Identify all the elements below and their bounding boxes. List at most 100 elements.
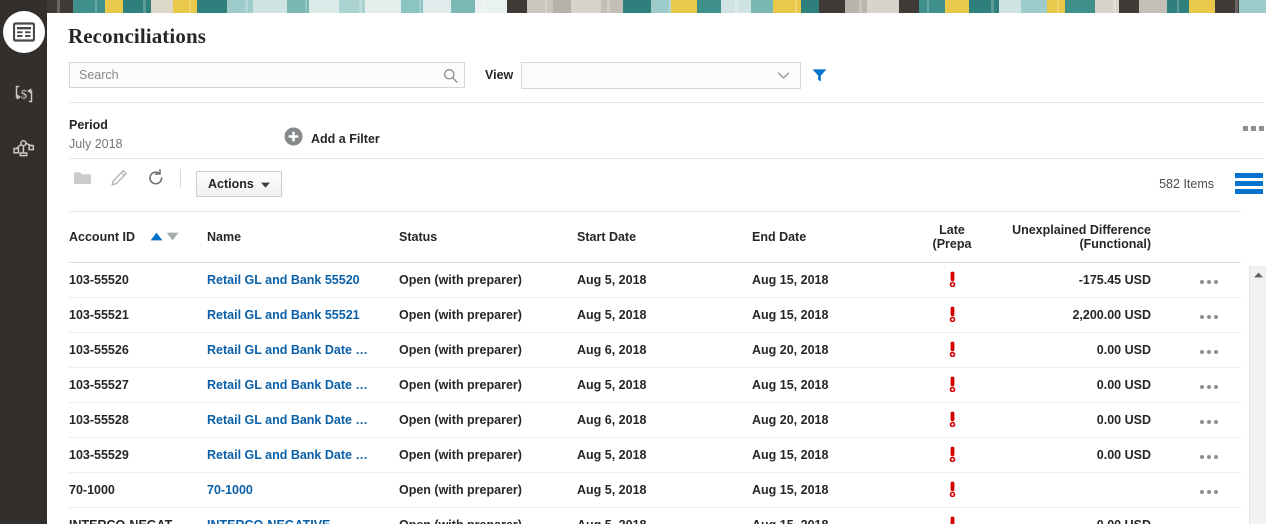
table-row[interactable]: 103-55520Retail GL and Bank 55520Open (w…	[69, 263, 1241, 298]
row-ellipsis-icon[interactable]	[1200, 455, 1218, 459]
table-row[interactable]: 103-55527Retail GL and Bank Date …Open (…	[69, 368, 1241, 403]
cell-end-date: Aug 20, 2018	[752, 403, 922, 438]
search-input[interactable]	[70, 63, 438, 87]
table-header: Account ID Name Status	[69, 212, 1241, 263]
search-box[interactable]	[69, 62, 465, 88]
sidebar-item-currency-exchange[interactable]: $	[0, 70, 47, 117]
reconciliation-link[interactable]: Retail GL and Bank 55520	[207, 273, 360, 287]
sidebar-item-reconciliations[interactable]	[0, 8, 47, 55]
cell-name: 70-1000	[207, 473, 399, 508]
column-header-late[interactable]: Late (Prepa	[922, 212, 982, 263]
reconciliation-link[interactable]: Retail GL and Bank 55521	[207, 308, 360, 322]
column-header-end-date[interactable]: End Date	[752, 212, 922, 263]
cell-late	[922, 298, 982, 333]
currency-refresh-icon: $	[11, 81, 37, 107]
column-header-name[interactable]: Name	[207, 212, 399, 263]
view-select[interactable]	[521, 62, 801, 89]
cell-account-id: 103-55527	[69, 368, 207, 403]
column-header-start-date[interactable]: Start Date	[577, 212, 752, 263]
column-label-line2: (Prepa	[922, 237, 982, 251]
plus-circle-icon	[284, 127, 303, 151]
cell-end-date: Aug 15, 2018	[752, 263, 922, 298]
cell-row-menu[interactable]	[1177, 368, 1241, 403]
reconciliation-link[interactable]: 70-1000	[207, 483, 253, 497]
row-ellipsis-icon[interactable]	[1200, 385, 1218, 389]
reconciliation-link[interactable]: Retail GL and Bank Date …	[207, 378, 368, 392]
late-alert-icon	[948, 451, 957, 465]
column-header-unexplained-difference[interactable]: Unexplained Difference (Functional)	[982, 212, 1177, 263]
table-row[interactable]: 103-55529Retail GL and Bank Date …Open (…	[69, 438, 1241, 473]
column-header-account-id[interactable]: Account ID	[69, 212, 207, 263]
late-alert-icon	[948, 381, 957, 395]
cell-unexplained-difference: 0.00 USD	[982, 508, 1177, 524]
chevron-down-icon	[777, 71, 790, 80]
cell-late	[922, 368, 982, 403]
cell-late	[922, 438, 982, 473]
main-content: Reconciliations View	[47, 13, 1266, 524]
reconciliations-table-container: Account ID Name Status	[69, 211, 1264, 524]
cell-end-date: Aug 15, 2018	[752, 438, 922, 473]
cell-unexplained-difference: 0.00 USD	[982, 403, 1177, 438]
actions-button[interactable]: Actions	[196, 171, 282, 197]
cell-row-menu[interactable]	[1177, 263, 1241, 298]
cell-name: Retail GL and Bank Date …	[207, 333, 399, 368]
table-list-icon	[3, 11, 45, 53]
add-filter-button[interactable]: Add a Filter	[284, 127, 380, 151]
filter-overflow-menu[interactable]	[1243, 126, 1264, 131]
reconciliation-link[interactable]: INTERCO-NEGATIVE	[207, 518, 330, 524]
cell-name: Retail GL and Bank Date …	[207, 403, 399, 438]
cell-row-menu[interactable]	[1177, 403, 1241, 438]
cell-row-menu[interactable]	[1177, 473, 1241, 508]
sort-descending-icon[interactable]	[166, 230, 179, 244]
vertical-scrollbar[interactable]	[1249, 266, 1266, 524]
sort-control[interactable]	[150, 230, 179, 244]
cell-row-menu[interactable]	[1177, 298, 1241, 333]
row-ellipsis-icon[interactable]	[1200, 315, 1218, 319]
cell-unexplained-difference: 2,200.00 USD	[982, 298, 1177, 333]
period-value[interactable]: July 2018	[69, 137, 123, 151]
late-alert-icon	[948, 311, 957, 325]
table-body: 103-55520Retail GL and Bank 55520Open (w…	[69, 263, 1241, 524]
column-header-row-menu	[1177, 212, 1241, 263]
search-icon[interactable]	[438, 63, 462, 87]
reconciliation-link[interactable]: Retail GL and Bank Date …	[207, 448, 368, 462]
scroll-up-arrow-icon[interactable]	[1250, 266, 1266, 283]
cell-status: Open (with preparer)	[399, 263, 577, 298]
svg-text:$: $	[20, 86, 27, 101]
cell-end-date: Aug 15, 2018	[752, 473, 922, 508]
decorative-banner	[47, 0, 1266, 13]
reconciliation-link[interactable]: Retail GL and Bank Date …	[207, 343, 368, 357]
cell-name: INTERCO-NEGATIVE	[207, 508, 399, 524]
table-row[interactable]: 103-55521Retail GL and Bank 55521Open (w…	[69, 298, 1241, 333]
funnel-filter-icon[interactable]	[808, 64, 830, 86]
table-row[interactable]: INTERCO-NEGAT…INTERCO-NEGATIVEOpen (with…	[69, 508, 1241, 524]
late-alert-icon	[948, 521, 957, 524]
cell-name: Retail GL and Bank Date …	[207, 438, 399, 473]
table-row[interactable]: 103-55526Retail GL and Bank Date …Open (…	[69, 333, 1241, 368]
row-ellipsis-icon[interactable]	[1200, 280, 1218, 284]
folder-icon[interactable]	[69, 165, 95, 191]
ellipsis-dot	[1259, 126, 1264, 131]
row-ellipsis-icon[interactable]	[1200, 350, 1218, 354]
cell-row-menu[interactable]	[1177, 333, 1241, 368]
cell-unexplained-difference	[982, 473, 1177, 508]
column-header-status[interactable]: Status	[399, 212, 577, 263]
cell-name: Retail GL and Bank 55521	[207, 298, 399, 333]
cell-account-id: 103-55528	[69, 403, 207, 438]
table-row[interactable]: 103-55528Retail GL and Bank Date …Open (…	[69, 403, 1241, 438]
cell-row-menu[interactable]	[1177, 508, 1241, 524]
reconciliation-link[interactable]: Retail GL and Bank Date …	[207, 413, 368, 427]
cell-start-date: Aug 5, 2018	[577, 368, 752, 403]
table-row[interactable]: 70-100070-1000Open (with preparer)Aug 5,…	[69, 473, 1241, 508]
toolbar-separator	[180, 169, 181, 187]
cell-end-date: Aug 15, 2018	[752, 368, 922, 403]
row-ellipsis-icon[interactable]	[1200, 490, 1218, 494]
ellipsis-dot	[1243, 126, 1248, 131]
sort-ascending-icon[interactable]	[150, 230, 163, 244]
restore-refresh-icon[interactable]	[143, 165, 169, 191]
sidebar-item-balance-scale[interactable]	[0, 125, 47, 172]
list-view-icon[interactable]	[1235, 171, 1263, 195]
cell-row-menu[interactable]	[1177, 438, 1241, 473]
row-ellipsis-icon[interactable]	[1200, 420, 1218, 424]
pencil-edit-icon[interactable]	[106, 165, 132, 191]
